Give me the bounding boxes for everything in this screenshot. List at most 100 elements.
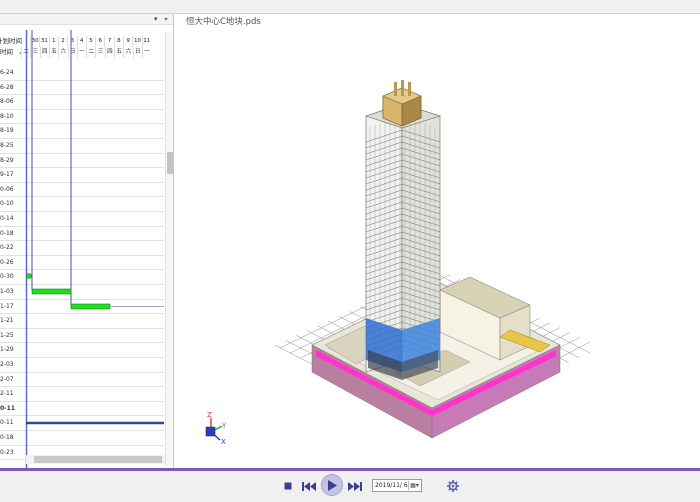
timeline-day-number: 5 xyxy=(85,36,95,47)
task-date-label: 8-06 xyxy=(0,98,14,106)
task-date-label: 1-29 xyxy=(0,346,14,354)
panel-pin-icon[interactable]: ⌖ xyxy=(164,15,168,24)
panel-vertical-scrollbar[interactable] xyxy=(165,32,173,466)
timeline-weekday: 三 xyxy=(95,47,104,58)
task-date-label: 0-23 xyxy=(0,448,14,456)
timeline-weekday: 四 xyxy=(39,47,49,58)
play-button[interactable] xyxy=(321,474,343,496)
task-date-label: 1-21 xyxy=(0,317,14,325)
task-date-label: 1-25 xyxy=(0,331,14,339)
timeline-day-number: 10 xyxy=(132,36,141,47)
timeline-weekday: 四 xyxy=(104,47,114,58)
table-row[interactable]: 8-06 xyxy=(0,95,164,110)
table-row[interactable]: 6-28 xyxy=(0,81,164,96)
3d-model-viewport[interactable]: Z Y X xyxy=(175,14,700,468)
task-date-label: 0-30 xyxy=(0,273,14,281)
timeline-day-number: 2 xyxy=(57,36,67,47)
task-date-label: 8-10 xyxy=(0,112,14,120)
task-date-label: 0-22 xyxy=(0,244,14,252)
timeline-weekday: 二 xyxy=(21,47,30,58)
date-picker-value: 2019/11/ 6 xyxy=(375,482,408,489)
task-date-label: 0-11 xyxy=(0,419,14,427)
timeline-day-number: 31 xyxy=(39,36,48,47)
play-icon xyxy=(328,479,337,491)
table-row[interactable]: 8-29 xyxy=(0,154,164,169)
timeline-day-number: 11 xyxy=(141,36,151,47)
table-row[interactable]: 0-10 xyxy=(0,197,164,212)
task-date-label: 2-07 xyxy=(0,375,14,383)
timeline-weekday: 三 xyxy=(30,47,39,58)
svg-text:Y: Y xyxy=(221,422,227,430)
stop-icon xyxy=(284,482,292,490)
col-header-plan-time-label: 计划时间 xyxy=(0,37,22,45)
table-row[interactable]: 0-26 xyxy=(0,256,164,271)
settings-button[interactable] xyxy=(445,477,461,495)
timeline-day-number: 1 xyxy=(48,36,58,47)
table-row[interactable]: 1-29 xyxy=(0,343,164,358)
table-row[interactable]: 0-30 xyxy=(0,270,164,285)
task-date-label: 9-17 xyxy=(0,171,14,179)
task-date-label: 0-26 xyxy=(0,258,14,266)
svg-text:X: X xyxy=(221,438,226,446)
table-row[interactable]: 8-19 xyxy=(0,124,164,139)
table-row[interactable]: 0-14 xyxy=(0,212,164,227)
skip-forward-button[interactable] xyxy=(346,477,364,495)
task-date-label: 0-18 xyxy=(0,434,14,441)
timeline-weekday: 一 xyxy=(141,47,151,58)
timeline-day-number: 30 xyxy=(30,36,39,47)
task-date-label: 0-06 xyxy=(0,185,14,193)
table-row[interactable]: 1-21 xyxy=(0,314,164,329)
horizontal-scroll-thumb[interactable] xyxy=(34,456,162,463)
timeline-weekday: 五 xyxy=(48,47,58,58)
table-row[interactable]: 0-11 xyxy=(0,402,164,417)
svg-text:Z: Z xyxy=(207,411,212,419)
table-row[interactable]: 0-06 xyxy=(0,183,164,198)
gear-icon xyxy=(447,480,459,492)
task-date-label: 2-03 xyxy=(0,361,14,368)
table-row[interactable]: 0-18 xyxy=(0,431,164,446)
task-date-label: 1-17 xyxy=(0,302,14,310)
table-row[interactable]: 9-17 xyxy=(0,168,164,183)
task-date-label: 0-18 xyxy=(0,229,14,237)
task-date-label: 8-19 xyxy=(0,127,14,135)
timeline-day-number: 6 xyxy=(95,36,104,47)
timeline-day-number: 8 xyxy=(113,36,123,47)
task-date-label: 6-24 xyxy=(0,69,14,76)
table-row[interactable]: 1-25 xyxy=(0,329,164,344)
table-row[interactable]: 6-24 xyxy=(0,66,164,81)
calendar-dropdown-icon[interactable]: ▦▾ xyxy=(408,481,420,490)
table-row[interactable]: 8-10 xyxy=(0,110,164,125)
task-date-label: 1-03 xyxy=(0,288,14,295)
table-row[interactable]: 2-11 xyxy=(0,387,164,402)
date-picker-field[interactable]: 2019/11/ 6 ▦▾ xyxy=(372,479,422,492)
skip-back-button[interactable] xyxy=(300,477,318,495)
timeline-day-number: 7 xyxy=(104,36,113,47)
timeline-weekday: 二 xyxy=(86,47,95,58)
panel-menu-icon[interactable]: ▾ xyxy=(154,15,158,23)
table-row[interactable]: 2-07 xyxy=(0,373,164,388)
task-date-label: 6-28 xyxy=(0,83,14,91)
table-row[interactable]: 2-03 xyxy=(0,358,164,373)
task-date-label: 8-25 xyxy=(0,142,14,149)
task-date-label: 2-11 xyxy=(0,390,14,398)
table-row[interactable]: 1-03 xyxy=(0,285,164,300)
vertical-scroll-thumb[interactable] xyxy=(167,152,173,174)
panel-header: ▾ ⌖ xyxy=(0,14,173,25)
timeline-weekday: 日 xyxy=(67,47,77,58)
task-date-label: 0-10 xyxy=(0,200,14,208)
table-row[interactable]: 0-11 xyxy=(0,416,164,431)
table-row[interactable]: 0-22 xyxy=(0,241,164,256)
skip-forward-icon xyxy=(348,481,362,491)
table-row[interactable]: 8-25 xyxy=(0,139,164,154)
table-row[interactable]: 1-17 xyxy=(0,300,164,315)
timeline-day-number: 4 xyxy=(76,36,86,47)
timeline-day-number: 3 xyxy=(67,36,76,47)
col-header-time-label: 时间 xyxy=(0,48,13,56)
task-date-label: 8-29 xyxy=(0,156,14,164)
timeline-weekday: 六 xyxy=(123,47,132,58)
tower-crown xyxy=(382,80,422,127)
panel-horizontal-scrollbar[interactable] xyxy=(26,455,165,464)
stop-button[interactable] xyxy=(281,477,295,495)
gantt-panel: ▾ ⌖ 计划时间 时间 ⌄ 30311234567891011二三四五六日一二三… xyxy=(0,14,174,468)
table-row[interactable]: 0-18 xyxy=(0,227,164,242)
